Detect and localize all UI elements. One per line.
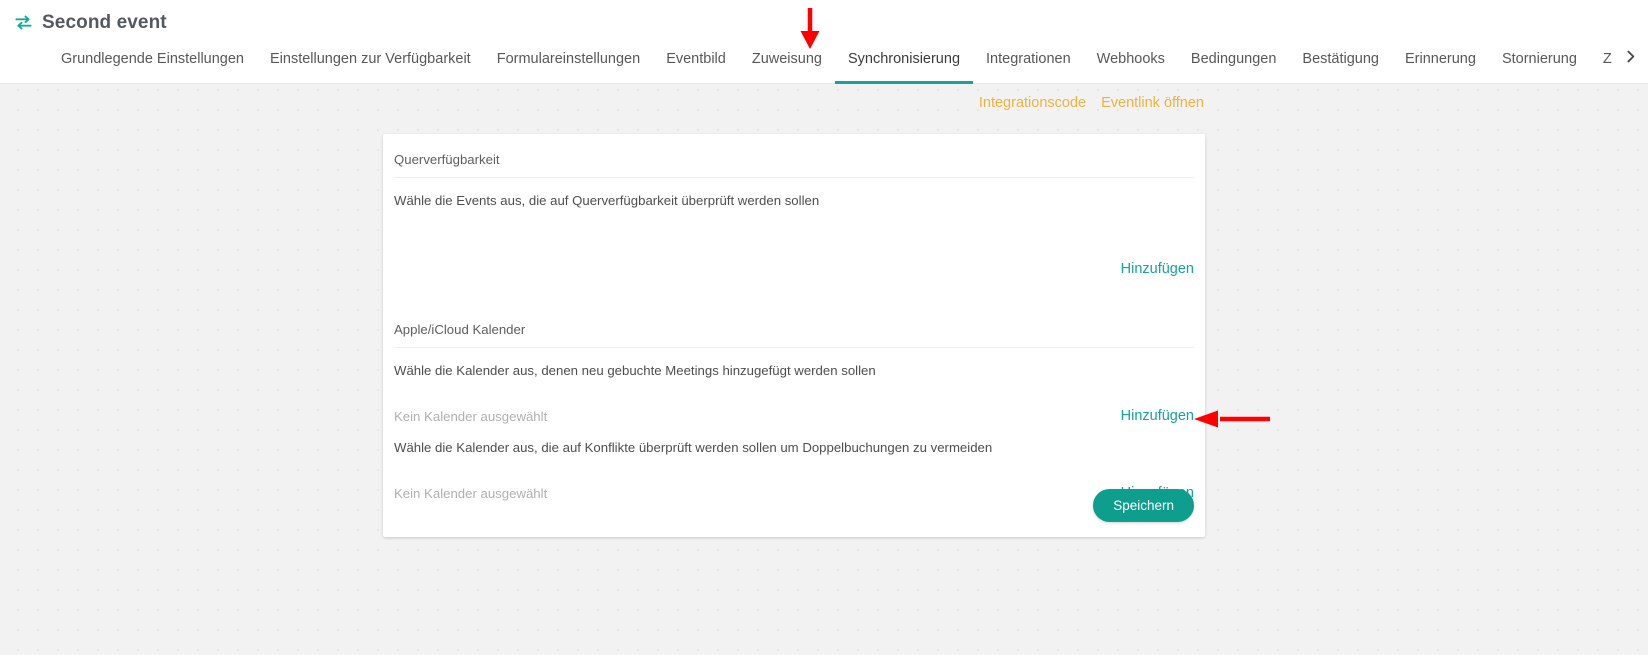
- tab-formulareinstellungen[interactable]: Formulareinstellungen: [484, 44, 653, 84]
- tab-label: Einstellungen zur Verfügbarkeit: [270, 51, 471, 67]
- section-title-apple-icloud: Apple/iCloud Kalender: [394, 304, 1194, 348]
- tab-label: Erinnerung: [1405, 51, 1476, 67]
- tab-bedingungen[interactable]: Bedingungen: [1178, 44, 1289, 84]
- integration-code-link[interactable]: Integrationscode: [979, 95, 1086, 111]
- save-button-container: Speichern: [1093, 489, 1194, 522]
- cross-availability-description: Wähle die Events aus, die auf Querverfüg…: [394, 193, 820, 208]
- tab-grundlegende-einstellungen[interactable]: Grundlegende Einstellungen: [48, 44, 257, 84]
- tab-label: Stornierung: [1501, 51, 1577, 67]
- cross-availability-add-button[interactable]: Hinzufügen: [1121, 261, 1194, 278]
- section-title-querverfuegbarkeit: Querverfügbarkeit: [394, 134, 1194, 178]
- tab-stornierung[interactable]: Stornierung: [1489, 44, 1590, 84]
- add-calendar-row: Kein Kalender ausgewählt Hinzufügen: [394, 395, 1194, 425]
- tab-label: Formulareinstellungen: [496, 51, 641, 67]
- open-event-link[interactable]: Eventlink öffnen: [1101, 95, 1204, 111]
- tab-label: Grundlegende Einstellungen: [61, 51, 244, 67]
- conflict-calendar-row: Kein Kalender ausgewählt Hinzufügen: [394, 472, 1194, 502]
- tab-label: Eventbild: [666, 51, 726, 67]
- tab-erinnerung[interactable]: Erinnerung: [1392, 44, 1489, 84]
- conflict-calendar-description: Wähle die Kalender aus, die auf Konflikt…: [394, 440, 993, 455]
- tab-synchronisierung[interactable]: Synchronisierung: [834, 44, 974, 84]
- sync-exchange-icon: [14, 13, 33, 32]
- action-links: Integrationscode Eventlink öffnen: [979, 95, 1204, 111]
- tab-label: Webhooks: [1096, 51, 1165, 67]
- page-title: Second event: [42, 11, 167, 33]
- add-calendar-description: Wähle die Kalender aus, denen neu gebuch…: [394, 363, 876, 378]
- tab-integrationen[interactable]: Integrationen: [973, 44, 1084, 84]
- add-calendar-button[interactable]: Hinzufügen: [1121, 408, 1194, 425]
- section-apple-icloud-kalender: Apple/iCloud Kalender Wähle die Kalender…: [383, 304, 1205, 502]
- app-header: Second event Grundlegende Einstellungen …: [0, 0, 1648, 84]
- tab-bar: Grundlegende Einstellungen Einstellungen…: [0, 44, 1648, 84]
- conflict-calendar-value: Kein Kalender ausgewählt: [394, 486, 548, 501]
- page-title-row: Second event: [14, 8, 167, 36]
- tab-einstellungen-zur-verfuegbarkeit[interactable]: Einstellungen zur Verfügbarkeit: [257, 44, 484, 84]
- synchronisierung-settings-card: Querverfügbarkeit Wähle die Events aus, …: [383, 134, 1205, 537]
- tab-eventbild[interactable]: Eventbild: [653, 44, 739, 84]
- tab-label: Bestätigung: [1302, 51, 1379, 67]
- tab-label: Zahlung: [1602, 51, 1612, 67]
- section-querverfuegbarkeit: Querverfügbarkeit Wähle die Events aus, …: [383, 134, 1205, 278]
- tab-label: Integrationen: [986, 51, 1071, 67]
- tab-label: Bedingungen: [1190, 51, 1277, 67]
- tab-list: Grundlegende Einstellungen Einstellungen…: [0, 44, 1612, 84]
- tab-label: Synchronisierung: [847, 51, 961, 67]
- tab-zuweisung[interactable]: Zuweisung: [739, 44, 835, 84]
- tab-bestaetigung[interactable]: Bestätigung: [1289, 44, 1392, 84]
- tabs-scroll-next-button[interactable]: [1612, 44, 1648, 84]
- save-button[interactable]: Speichern: [1093, 489, 1194, 522]
- tab-label: Zuweisung: [751, 51, 822, 67]
- tab-webhooks[interactable]: Webhooks: [1084, 44, 1178, 84]
- add-calendar-value: Kein Kalender ausgewählt: [394, 409, 548, 424]
- cross-availability-row: Hinzufügen: [394, 248, 1194, 278]
- chevron-right-icon: [1622, 48, 1639, 70]
- tab-zahlung[interactable]: Zahlung: [1590, 44, 1612, 84]
